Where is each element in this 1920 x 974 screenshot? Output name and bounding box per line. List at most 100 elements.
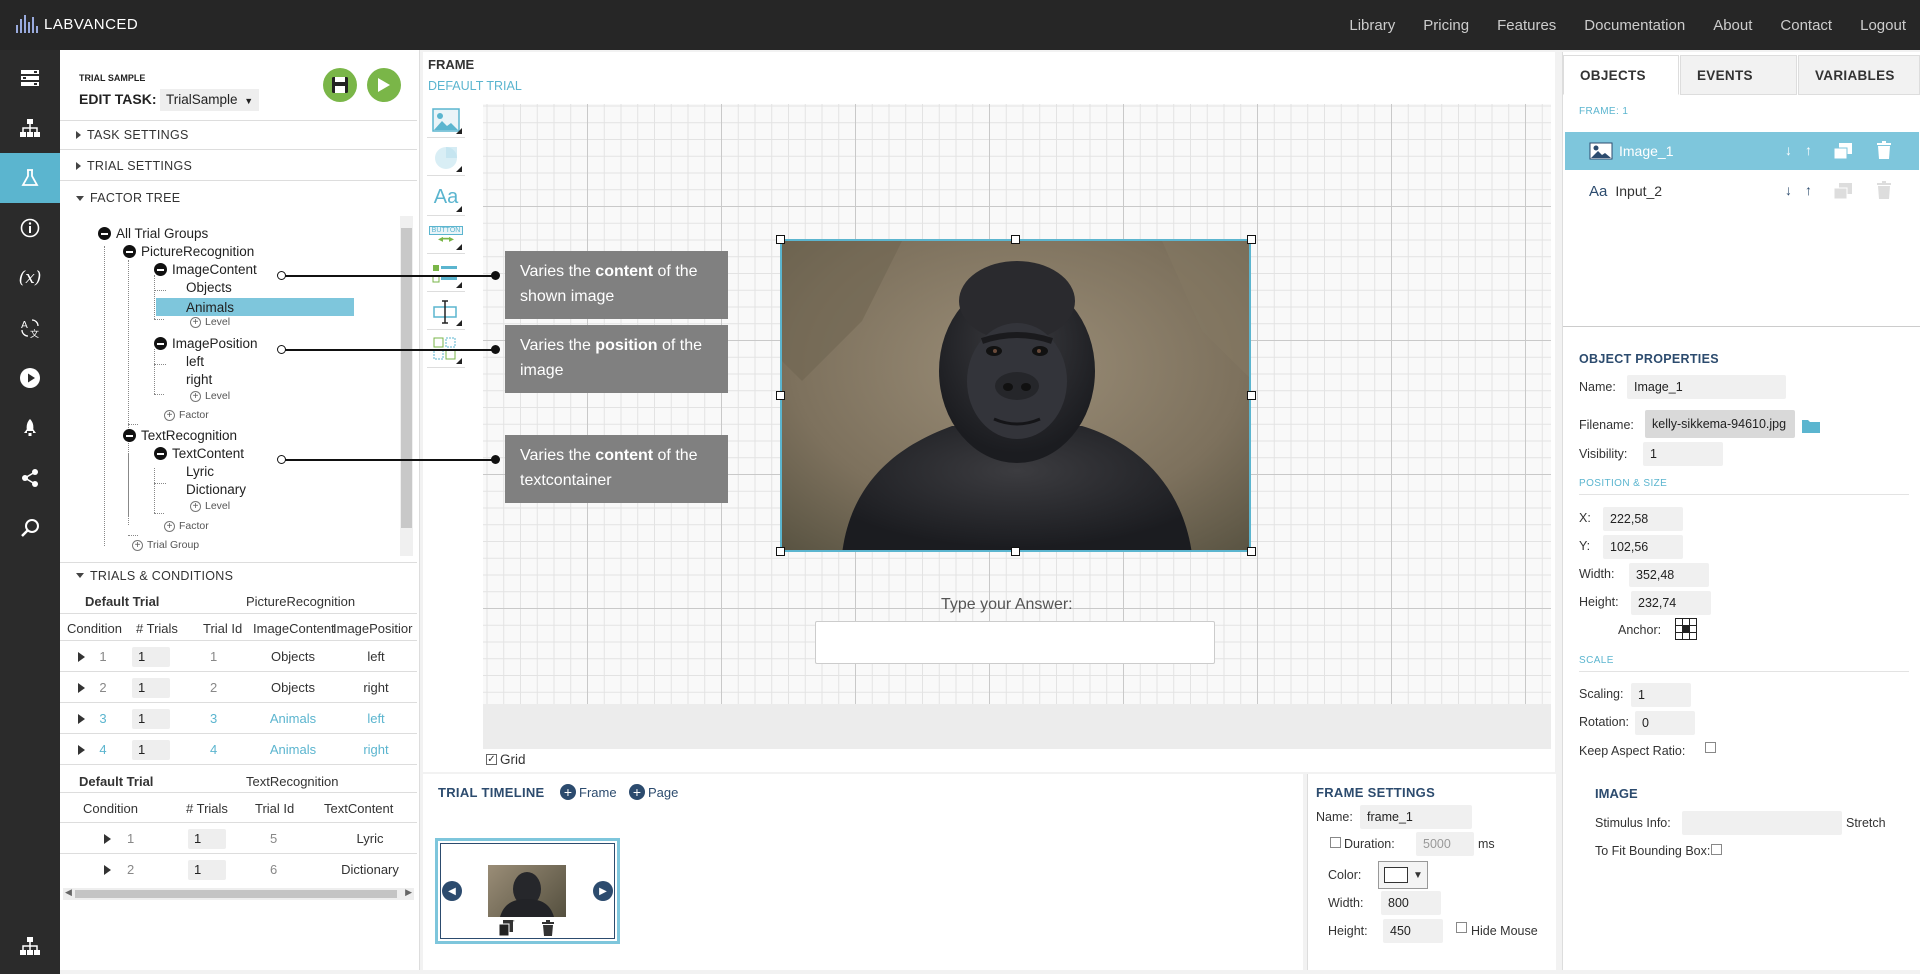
tree-group-text[interactable]: TextRecognition xyxy=(123,428,237,443)
rotation-input[interactable]: 0 xyxy=(1635,711,1695,735)
move-up-icon[interactable]: ↑ xyxy=(1805,182,1812,198)
x-input[interactable]: 222,58 xyxy=(1603,507,1683,531)
tab-variables[interactable]: VARIABLES xyxy=(1798,55,1920,95)
duration-input[interactable]: 5000 xyxy=(1416,832,1474,856)
rail-publish[interactable] xyxy=(0,403,60,453)
tree-factor-textcontent[interactable]: TextContent xyxy=(154,446,244,461)
tree-level-animals[interactable]: Animals xyxy=(156,298,354,316)
resize-handle-sw[interactable] xyxy=(776,547,785,556)
table-row[interactable]: 3 1 3 Animals left xyxy=(60,703,417,734)
nav-pricing[interactable]: Pricing xyxy=(1423,17,1469,34)
save-button[interactable] xyxy=(323,68,357,102)
tree-add-trial-group[interactable]: + Trial Group xyxy=(132,539,199,551)
tool-input[interactable] xyxy=(427,294,465,330)
table-row[interactable]: 2 1 6 Dictionary xyxy=(60,854,417,885)
trials-count-input[interactable]: 1 xyxy=(132,647,170,667)
tree-level-objects[interactable]: Objects xyxy=(186,280,232,295)
rail-info[interactable] xyxy=(0,203,60,253)
trials-count-input[interactable]: 1 xyxy=(132,678,170,698)
arrow-left-icon[interactable]: ◀ xyxy=(65,887,72,898)
run-button[interactable] xyxy=(367,68,401,102)
nav-library[interactable]: Library xyxy=(1349,17,1395,34)
tree-factor-imageposition[interactable]: ImagePosition xyxy=(154,336,258,351)
folder-icon[interactable] xyxy=(1801,418,1821,434)
table-h-scrollbar-thumb[interactable] xyxy=(75,890,397,898)
duplicate-icon[interactable] xyxy=(499,920,513,936)
trials-count-input[interactable]: 1 xyxy=(188,829,226,849)
tree-factor-imagecontent[interactable]: ImageContent xyxy=(154,262,257,277)
duplicate-icon[interactable] xyxy=(1833,142,1853,160)
object-row-input[interactable]: Aa Input_2 ↓ ↑ xyxy=(1565,172,1919,210)
expand-row-icon[interactable] xyxy=(78,714,85,724)
labvanced-logo[interactable]: LABVANCED xyxy=(16,15,138,33)
trials-count-input[interactable]: 1 xyxy=(132,740,170,760)
resize-handle-s[interactable] xyxy=(1011,547,1020,556)
trials-count-input[interactable]: 1 xyxy=(132,709,170,729)
tree-add-level[interactable]: + Level xyxy=(190,390,230,402)
tab-events[interactable]: EVENTS xyxy=(1680,55,1797,95)
table-row[interactable]: 4 1 4 Animals right xyxy=(60,734,417,765)
tool-image[interactable] xyxy=(427,102,465,138)
rail-sitemap[interactable] xyxy=(0,921,60,971)
tree-scrollbar[interactable] xyxy=(400,216,413,556)
tool-button[interactable]: BUTTON ◂━▸ xyxy=(427,218,465,254)
resize-handle-w[interactable] xyxy=(776,391,785,400)
trial-settings-section[interactable]: TRIAL SETTINGS xyxy=(60,151,417,181)
table-h-scrollbar[interactable]: ◀ ▶ xyxy=(63,887,414,900)
tree-level-dictionary[interactable]: Dictionary xyxy=(186,482,246,497)
add-frame-button[interactable]: + Frame xyxy=(560,784,617,800)
trash-icon[interactable] xyxy=(542,920,554,936)
move-down-icon[interactable]: ↓ xyxy=(1785,182,1792,198)
task-select[interactable]: TrialSample ▼ xyxy=(160,89,260,111)
next-frame-button[interactable]: ▶ xyxy=(593,881,613,901)
table-row[interactable]: 2 1 2 Objects right xyxy=(60,672,417,703)
nav-features[interactable]: Features xyxy=(1497,17,1556,34)
grid-checkbox[interactable]: ✓ xyxy=(486,754,497,765)
rail-translate[interactable]: A文 xyxy=(0,303,60,353)
arrow-right-icon[interactable]: ▶ xyxy=(405,887,412,898)
table-row[interactable]: 1 1 5 Lyric xyxy=(60,823,417,854)
y-input[interactable]: 102,56 xyxy=(1603,535,1683,559)
task-settings-section[interactable]: TASK SETTINGS xyxy=(60,120,417,150)
nav-documentation[interactable]: Documentation xyxy=(1584,17,1685,34)
resize-handle-e[interactable] xyxy=(1247,391,1256,400)
table-row[interactable]: 1 1 1 Objects left xyxy=(60,641,417,672)
nav-about[interactable]: About xyxy=(1713,17,1752,34)
stimulus-info-input[interactable] xyxy=(1682,811,1842,835)
trials-count-input[interactable]: 1 xyxy=(188,860,226,880)
tree-group-picture[interactable]: PictureRecognition xyxy=(123,244,254,259)
expand-row-icon[interactable] xyxy=(104,834,111,844)
tree-root[interactable]: All Trial Groups xyxy=(98,226,208,241)
duration-checkbox[interactable] xyxy=(1330,837,1341,848)
grid-toggle[interactable]: ✓ Grid xyxy=(486,752,526,767)
tree-add-level[interactable]: + Level xyxy=(190,316,230,328)
trials-conditions-section[interactable]: TRIALS & CONDITIONS xyxy=(60,562,417,588)
frame-thumbnail[interactable]: ▪▪▪▪▪▪ ◀ ▶ xyxy=(435,838,620,944)
tree-add-factor[interactable]: + Factor xyxy=(164,520,209,532)
image-object-gorilla[interactable] xyxy=(780,239,1251,552)
anchor-grid-icon[interactable] xyxy=(1675,618,1697,640)
resize-handle-ne[interactable] xyxy=(1247,235,1256,244)
rail-task-list[interactable] xyxy=(0,53,60,103)
frame-height-input[interactable]: 450 xyxy=(1383,919,1443,943)
tree-level-lyric[interactable]: Lyric xyxy=(186,464,214,479)
rail-study-tree[interactable] xyxy=(0,103,60,153)
expand-row-icon[interactable] xyxy=(78,745,85,755)
rail-task-editor[interactable] xyxy=(0,153,60,203)
tree-scrollbar-thumb[interactable] xyxy=(401,228,412,528)
filename-input[interactable]: kelly-sikkema-94610.jpg xyxy=(1645,410,1795,438)
height-input[interactable]: 232,74 xyxy=(1631,591,1711,615)
color-picker[interactable]: ▼ xyxy=(1378,861,1428,889)
tree-add-factor[interactable]: + Factor xyxy=(164,409,209,421)
move-down-icon[interactable]: ↓ xyxy=(1785,142,1792,158)
rail-share[interactable] xyxy=(0,453,60,503)
rail-run[interactable] xyxy=(0,353,60,403)
keep-aspect-checkbox[interactable] xyxy=(1705,742,1716,753)
rail-variables[interactable]: (x) xyxy=(0,253,60,303)
tool-shape[interactable] xyxy=(427,140,465,176)
trash-icon[interactable] xyxy=(1877,141,1891,159)
frame-name-input[interactable]: frame_1 xyxy=(1360,805,1472,829)
name-input[interactable]: Image_1 xyxy=(1627,375,1786,399)
resize-handle-n[interactable] xyxy=(1011,235,1020,244)
tool-text[interactable]: Aa xyxy=(427,180,465,216)
